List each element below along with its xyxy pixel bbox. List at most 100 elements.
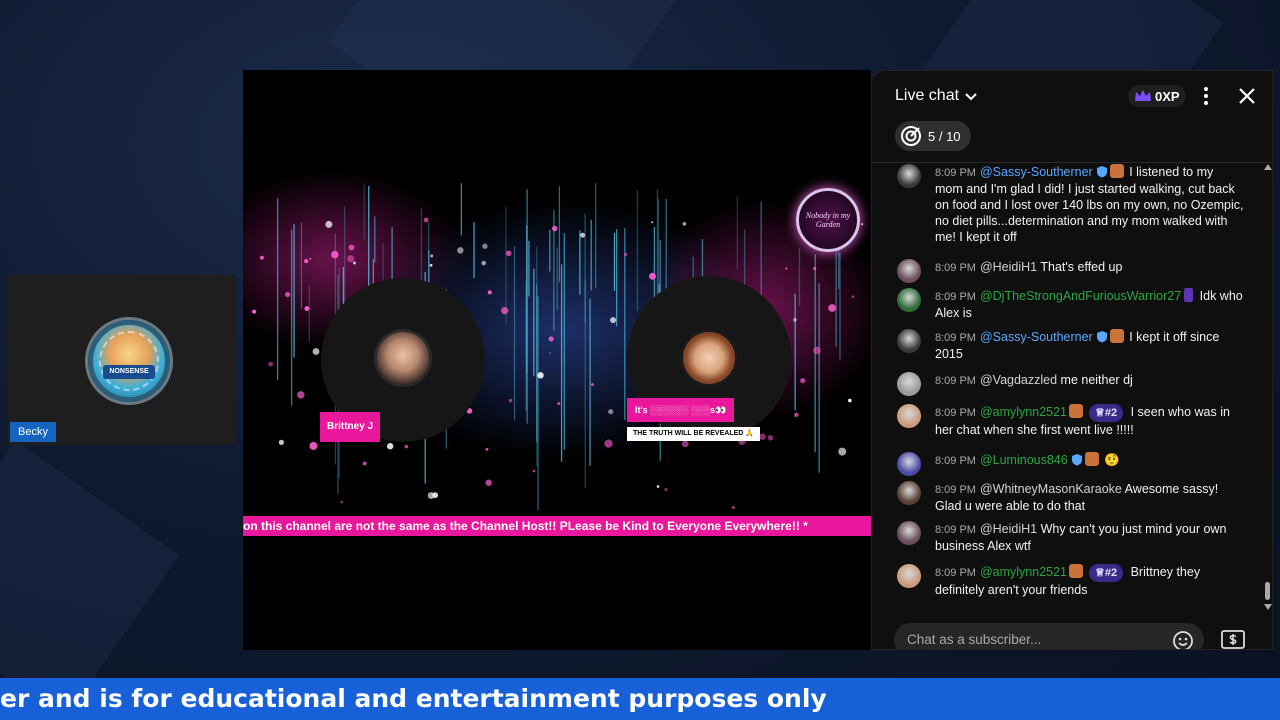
sparkle <box>508 398 513 403</box>
sparkle <box>681 440 689 448</box>
sparkle <box>252 309 257 314</box>
sparkle <box>312 348 320 355</box>
sparkle <box>651 221 654 224</box>
author-avatar[interactable] <box>897 404 921 428</box>
author-avatar[interactable] <box>897 372 921 396</box>
author-name[interactable]: @WhitneyMasonKaraoke <box>980 482 1122 496</box>
chat-message[interactable]: 8:09 PM @Sassy-Southerner I listened to m… <box>892 164 1244 245</box>
sparkle <box>848 398 852 403</box>
channel-logo: Nobody in my Garden <box>796 188 860 252</box>
avatar-ribbon-text: NONSENSE <box>103 365 155 379</box>
chat-message[interactable]: 8:09 PM @Sassy-Southerner I kept it off s… <box>892 329 1244 362</box>
dot <box>1204 101 1208 105</box>
sparkle <box>591 383 594 386</box>
sparkle <box>767 434 774 441</box>
chat-message[interactable]: 8:09 PM @amylynn2521 ♕#2 I seen who was in… <box>892 404 1244 438</box>
chat-goal-progress[interactable]: 5 / 10 <box>895 121 971 151</box>
author-name[interactable]: @HeidiH1 <box>980 522 1037 536</box>
author-name[interactable]: @HeidiH1 <box>980 260 1037 274</box>
guest-name-label: Becky <box>10 422 56 442</box>
author-avatar[interactable] <box>897 259 921 283</box>
sparkle <box>656 485 660 488</box>
chat-scrollbar[interactable] <box>1262 164 1272 612</box>
message-text: 🤨 <box>1100 453 1120 467</box>
sparkle <box>505 250 512 257</box>
member-badge-icon <box>1084 452 1099 466</box>
dot <box>1204 94 1208 98</box>
message-timestamp: 8:09 PM <box>935 484 976 496</box>
more-options-button[interactable] <box>1194 83 1218 109</box>
sparkle <box>482 243 488 249</box>
super-chat-dollar-icon[interactable] <box>1219 627 1247 650</box>
message-text: That's effed up <box>1037 260 1123 274</box>
chat-message-list[interactable]: 8:09 PM @Sassy-Southerner I listened to m… <box>872 164 1262 612</box>
chat-message[interactable]: 8:09 PM @amylynn2521 ♕#2 Brittney they def… <box>892 564 1244 598</box>
host-right-avatar <box>680 329 738 387</box>
sparkle <box>861 223 864 226</box>
sparkle <box>404 444 409 449</box>
sparkle <box>386 443 394 450</box>
message-timestamp: 8:09 PM <box>935 332 976 344</box>
sparkle <box>800 378 806 384</box>
sparkle <box>537 372 544 379</box>
chat-mode-dropdown[interactable]: Live chat <box>895 87 979 105</box>
emoji-icon[interactable] <box>1172 630 1194 650</box>
chat-message[interactable]: 8:09 PM @DjTheStrongAndFuriousWarrior27 I… <box>892 288 1244 321</box>
xp-badge[interactable]: 0XP <box>1128 85 1186 107</box>
chat-input[interactable]: Chat as a subscriber... <box>894 623 1204 649</box>
scroll-up-arrow[interactable] <box>1264 164 1272 170</box>
bottom-banner-ticker: er and is for educational and entertainm… <box>0 678 1280 720</box>
sparkle <box>325 220 333 228</box>
message-body: 8:09 PM @Vagdazzled me neither dj <box>935 372 1244 389</box>
host-left-avatar <box>374 329 432 387</box>
sparkle <box>851 295 855 298</box>
scroll-down-arrow[interactable] <box>1264 604 1272 610</box>
message-timestamp: 8:09 PM <box>935 375 976 387</box>
member-badge-icon <box>1184 288 1194 302</box>
chat-message[interactable]: 8:09 PM @WhitneyMasonKaraoke Awesome sass… <box>892 481 1244 514</box>
chat-message[interactable]: 8:09 PM @HeidiH1 That's effed up <box>892 259 1244 283</box>
sparkle <box>608 409 614 415</box>
sparkle <box>485 479 492 486</box>
sparkle <box>457 247 464 254</box>
message-timestamp: 8:09 PM <box>935 567 976 579</box>
target-icon <box>901 126 921 146</box>
xp-value: 0XP <box>1155 88 1180 104</box>
author-avatar[interactable] <box>897 288 921 312</box>
sparkle <box>297 391 305 399</box>
sparkle <box>487 290 492 295</box>
chat-message[interactable]: 8:09 PM @Luminous846 🤨 <box>892 452 1244 476</box>
author-name[interactable]: @Sassy-Southerner <box>980 330 1093 344</box>
author-name[interactable]: @Sassy-Southerner <box>980 165 1093 179</box>
dot <box>1204 87 1208 91</box>
author-avatar[interactable] <box>897 452 921 476</box>
message-timestamp: 8:09 PM <box>935 291 976 303</box>
sparkle <box>838 447 847 456</box>
close-icon[interactable] <box>1234 83 1260 109</box>
message-timestamp: 8:09 PM <box>935 262 976 274</box>
guest-video-tile[interactable]: NONSENSE <box>8 275 236 445</box>
author-avatar[interactable] <box>897 564 921 588</box>
chat-message[interactable]: 8:09 PM @Vagdazzled me neither dj <box>892 372 1244 396</box>
author-name[interactable]: @Luminous846 <box>980 453 1068 467</box>
author-name[interactable]: @amylynn2521 <box>980 565 1067 579</box>
author-avatar[interactable] <box>897 329 921 353</box>
chat-title: Live chat <box>895 87 960 104</box>
chat-message[interactable]: 8:09 PM @HeidiH1 Why can't you just mind … <box>892 521 1244 554</box>
sparkle <box>268 361 274 367</box>
sparkle <box>340 500 344 504</box>
live-chat-panel: Live chat 0XP 5 / 10 8:09 PM @Sassy-South… <box>871 70 1273 650</box>
goal-count: 5 / 10 <box>928 128 961 144</box>
sparkle <box>347 255 355 263</box>
sparkle <box>664 487 668 492</box>
host-right-name-tag: It's ░░░░░░ ░░░s👀 <box>627 398 735 422</box>
shield-icon <box>1096 331 1107 343</box>
author-name[interactable]: @amylynn2521 <box>980 405 1067 419</box>
scroll-thumb[interactable] <box>1265 582 1270 600</box>
author-avatar[interactable] <box>897 481 921 505</box>
author-name[interactable]: @Vagdazzled <box>980 373 1057 387</box>
author-name[interactable]: @DjTheStrongAndFuriousWarrior27 <box>980 289 1181 303</box>
author-avatar[interactable] <box>897 521 921 545</box>
main-stage[interactable]: Brittney J It's ░░░░░░ ░░░s👀 THE TRUTH W… <box>243 70 871 650</box>
author-avatar[interactable] <box>897 164 921 188</box>
